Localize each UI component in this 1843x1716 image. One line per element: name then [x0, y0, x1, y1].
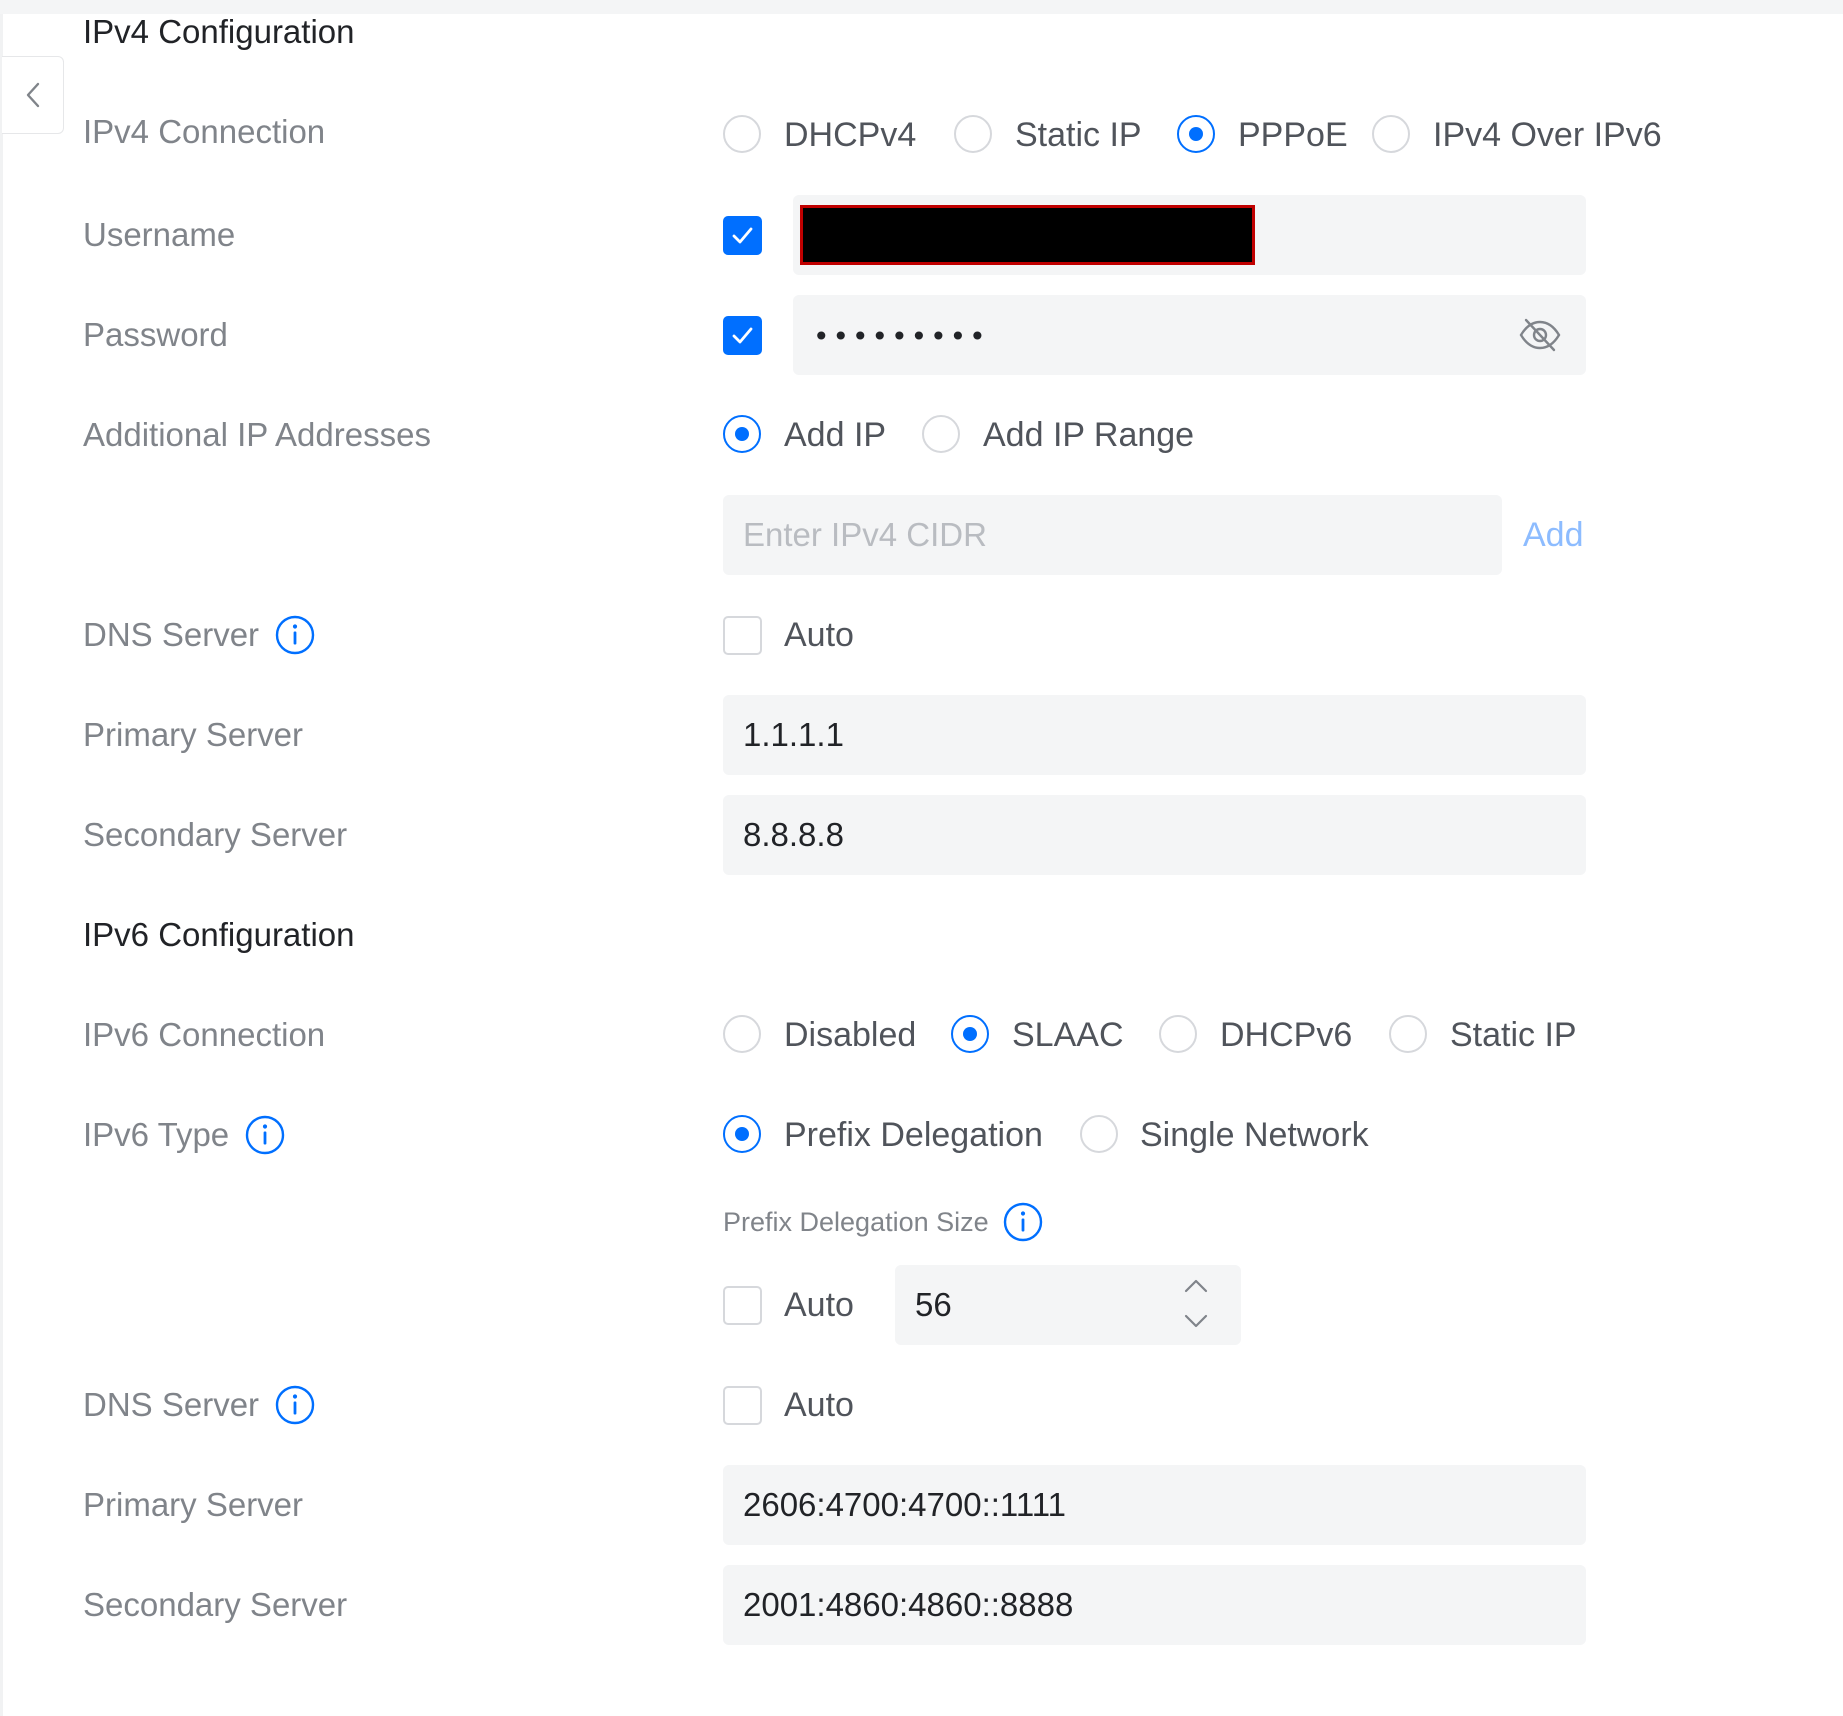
radio-single-network[interactable]: [1080, 1115, 1118, 1153]
ipv4-section-title: IPv4 Configuration: [83, 13, 355, 50]
username-label: Username: [83, 216, 236, 253]
radio-ipv4-over-ipv6-label[interactable]: IPv4 Over IPv6: [1433, 115, 1662, 155]
radio-add-ip-label[interactable]: Add IP: [784, 415, 886, 455]
password-label: Password: [83, 316, 228, 353]
username-checkbox[interactable]: [723, 216, 762, 255]
info-icon[interactable]: [275, 1385, 315, 1425]
radio-static-ip-label[interactable]: Static IP: [1015, 115, 1142, 155]
ipv4-dns-auto-checkbox[interactable]: [723, 616, 762, 655]
radio-add-ip-range-label[interactable]: Add IP Range: [983, 415, 1194, 455]
ipv6-primary-input[interactable]: 2606:4700:4700::1111: [723, 1465, 1586, 1545]
ipv4-secondary-input[interactable]: 8.8.8.8: [723, 795, 1586, 875]
radio-prefix-delegation[interactable]: [723, 1115, 761, 1153]
radio-add-ip-range[interactable]: [922, 415, 960, 453]
chevron-down-icon[interactable]: [1183, 1313, 1209, 1329]
radio-disabled[interactable]: [723, 1015, 761, 1053]
password-value: •••••••••: [813, 320, 989, 353]
ipv4-connection-label: IPv4 Connection: [83, 113, 326, 150]
radio-dhcpv6[interactable]: [1159, 1015, 1197, 1053]
radio-slaac[interactable]: [951, 1015, 989, 1053]
eye-off-icon[interactable]: [1518, 316, 1562, 354]
prefix-size-label: Prefix Delegation Size: [723, 1202, 1043, 1242]
radio-add-ip[interactable]: [723, 415, 761, 453]
check-icon: [732, 227, 753, 244]
collapse-panel-button[interactable]: [2, 56, 64, 134]
chevron-up-icon[interactable]: [1183, 1278, 1209, 1294]
ipv6-dns-label-text: DNS Server: [83, 1386, 260, 1423]
info-icon[interactable]: [275, 615, 315, 655]
prefix-auto-label[interactable]: Auto: [784, 1285, 854, 1325]
additional-ip-label: Additional IP Addresses: [83, 416, 431, 453]
radio-dhcpv4-label[interactable]: DHCPv4: [784, 115, 916, 155]
password-checkbox[interactable]: [723, 316, 762, 355]
ipv6-secondary-input[interactable]: 2001:4860:4860::8888: [723, 1565, 1586, 1645]
radio-ipv4-over-ipv6[interactable]: [1372, 115, 1410, 153]
radio-static-ip[interactable]: [954, 115, 992, 153]
prefix-size-value: 56: [915, 1286, 952, 1323]
radio-pppoe-label[interactable]: PPPoE: [1238, 115, 1348, 155]
ipv4-cidr-input[interactable]: Enter IPv4 CIDR: [723, 495, 1502, 575]
ipv4-dns-auto-label[interactable]: Auto: [784, 615, 854, 655]
ipv4-secondary-label: Secondary Server: [83, 816, 348, 853]
ipv6-dns-label: DNS Server: [83, 1385, 315, 1425]
ipv6-secondary-label: Secondary Server: [83, 1586, 348, 1623]
radio-disabled-label[interactable]: Disabled: [784, 1015, 916, 1055]
chevron-left-icon: [26, 82, 39, 108]
info-icon[interactable]: [245, 1115, 285, 1155]
prefix-size-stepper[interactable]: 56: [895, 1265, 1241, 1345]
radio-pppoe[interactable]: [1177, 115, 1215, 153]
add-cidr-link[interactable]: Add: [1523, 515, 1584, 555]
radio-slaac-label[interactable]: SLAAC: [1012, 1015, 1124, 1055]
ipv4-dns-label-text: DNS Server: [83, 616, 260, 653]
ipv6-type-label: IPv6 Type: [83, 1115, 285, 1155]
info-icon[interactable]: [1003, 1202, 1043, 1242]
prefix-auto-checkbox[interactable]: [723, 1286, 762, 1325]
ipv6-section-title: IPv6 Configuration: [83, 916, 355, 953]
radio-prefix-delegation-label[interactable]: Prefix Delegation: [784, 1115, 1043, 1155]
ipv4-primary-input[interactable]: 1.1.1.1: [723, 695, 1586, 775]
ipv6-connection-label: IPv6 Connection: [83, 1016, 326, 1053]
radio-dhcpv6-label[interactable]: DHCPv6: [1220, 1015, 1352, 1055]
ipv6-dns-auto-checkbox[interactable]: [723, 1386, 762, 1425]
radio-ipv6-static-ip-label[interactable]: Static IP: [1450, 1015, 1577, 1055]
password-input[interactable]: •••••••••: [793, 295, 1586, 375]
redacted-username: [800, 205, 1255, 265]
ipv4-dns-label: DNS Server: [83, 615, 315, 655]
radio-dhcpv4[interactable]: [723, 115, 761, 153]
ipv6-type-label-text: IPv6 Type: [83, 1116, 230, 1153]
prefix-size-label-text: Prefix Delegation Size: [723, 1207, 989, 1237]
radio-single-network-label[interactable]: Single Network: [1140, 1115, 1369, 1155]
check-icon: [732, 327, 753, 344]
radio-ipv6-static-ip[interactable]: [1389, 1015, 1427, 1053]
ipv4-primary-label: Primary Server: [83, 716, 304, 753]
ipv6-primary-label: Primary Server: [83, 1486, 304, 1523]
left-divider: [0, 14, 3, 1716]
ipv6-dns-auto-label[interactable]: Auto: [784, 1385, 854, 1425]
